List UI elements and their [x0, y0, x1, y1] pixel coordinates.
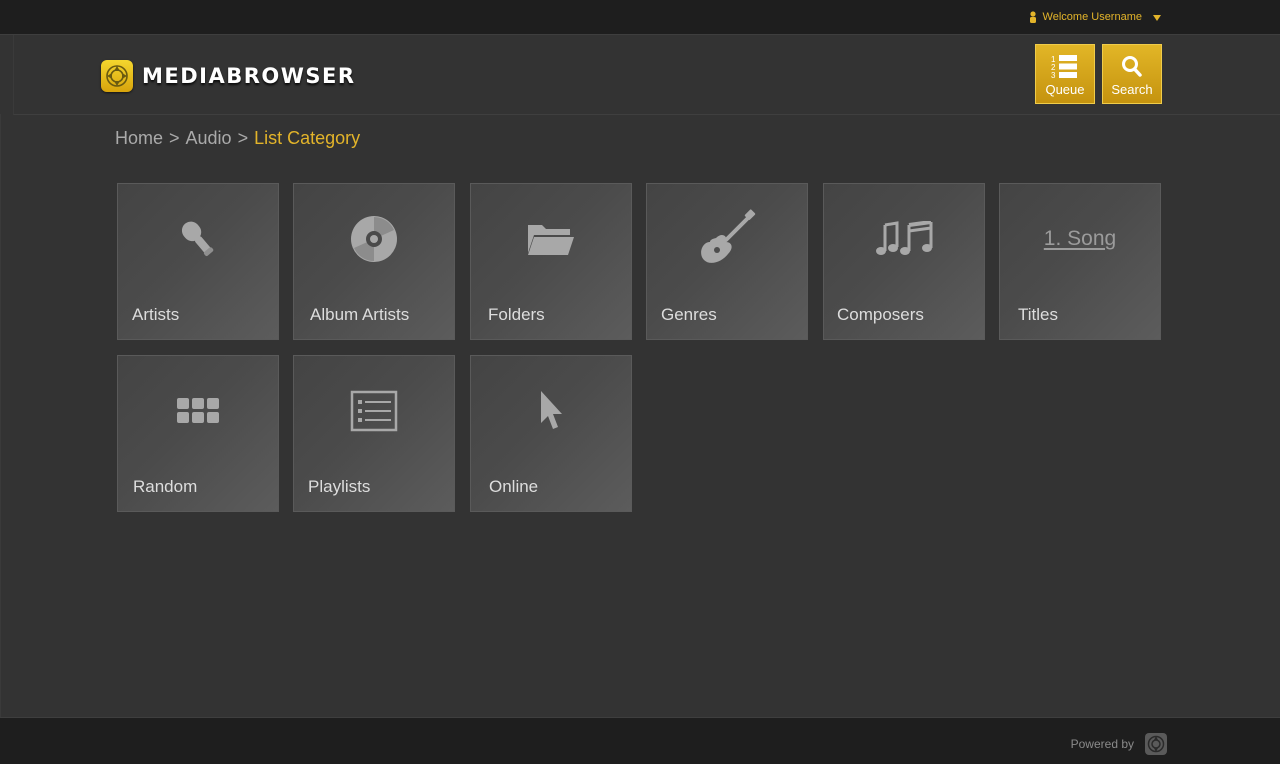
tile-label: Online	[489, 477, 539, 496]
content-border	[0, 114, 1, 717]
tile-titles[interactable]: 1. Song Titles	[999, 183, 1161, 340]
powered-by[interactable]: Powered by	[1071, 732, 1168, 756]
breadcrumb-separator: >	[237, 128, 249, 148]
breadcrumb-audio[interactable]: Audio	[186, 128, 232, 149]
tile-label: Random	[133, 477, 198, 496]
search-label: Search	[1111, 82, 1153, 97]
tile-playlists[interactable]: Playlists	[293, 355, 455, 512]
music-notes-icon	[876, 221, 933, 255]
tile-label: Folders	[488, 305, 545, 324]
search-button[interactable]: Search	[1102, 44, 1162, 104]
disc-icon	[351, 216, 397, 262]
header: MEDIABROWSER 1 2 3 Queue Search	[13, 35, 1280, 115]
search-icon	[1122, 56, 1142, 77]
top-bar: Welcome Username	[0, 0, 1280, 35]
list-icon	[350, 390, 398, 432]
tile-composers[interactable]: Composers	[823, 183, 985, 340]
song-text-icon: 1. Song	[1043, 227, 1117, 250]
cursor-icon	[541, 391, 562, 429]
breadcrumb: Home > Audio > List Category	[115, 128, 360, 149]
breadcrumb-separator: >	[169, 128, 180, 148]
svg-text:3: 3	[1051, 71, 1056, 80]
tile-label: Artists	[132, 305, 180, 324]
tile-random[interactable]: Random	[117, 355, 279, 512]
tile-album-artists[interactable]: Album Artists	[293, 183, 455, 340]
folder-icon	[528, 225, 574, 255]
welcome-text: Welcome Username	[1042, 11, 1142, 23]
breadcrumb-home[interactable]: Home	[115, 128, 163, 149]
grid-dots-icon	[177, 398, 219, 423]
tile-label: Album Artists	[310, 305, 410, 324]
queue-label: Queue	[1045, 82, 1085, 97]
tile-label: Titles	[1018, 305, 1058, 324]
guitar-icon	[701, 209, 756, 263]
tile-artists[interactable]: Artists	[117, 183, 279, 340]
logo-text: MEDIABROWSER	[142, 64, 356, 88]
tile-folders[interactable]: Folders	[470, 183, 632, 340]
tile-label: Composers	[837, 305, 924, 324]
powered-by-text: Powered by	[1070, 737, 1134, 751]
caret-down-icon	[1153, 15, 1161, 21]
logo-icon	[101, 60, 133, 92]
user-icon	[1029, 11, 1036, 23]
tile-label: Genres	[661, 305, 717, 324]
tile-genres[interactable]: Genres	[646, 183, 808, 340]
user-menu[interactable]: Welcome Username	[1029, 9, 1162, 25]
breadcrumb-current: List Category	[254, 128, 361, 148]
tile-label: Playlists	[308, 477, 371, 496]
tile-online[interactable]: Online	[470, 355, 632, 512]
queue-icon: 1 2 3	[1051, 55, 1077, 80]
footer: Powered by	[0, 717, 1280, 764]
queue-button[interactable]: 1 2 3 Queue	[1035, 44, 1095, 104]
mediabrowser-logo-icon	[1145, 733, 1167, 755]
microphone-icon	[181, 221, 214, 256]
logo[interactable]: MEDIABROWSER	[101, 60, 356, 92]
